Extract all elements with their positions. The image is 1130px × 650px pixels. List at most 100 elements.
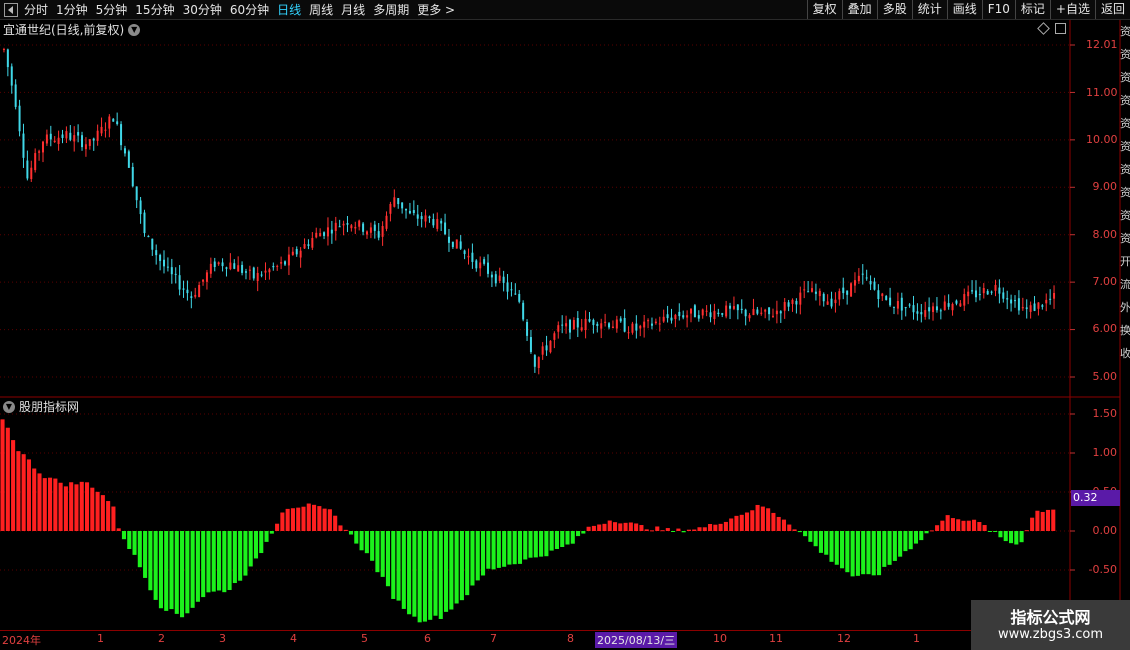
histogram-bar	[665, 528, 670, 531]
main-chart-title: 宜通世纪(日线,前复权)	[3, 23, 125, 37]
histogram-bar	[5, 427, 10, 531]
candle-body	[643, 321, 646, 328]
chevron-down-icon[interactable]: ▼	[3, 400, 15, 413]
candle-body	[572, 320, 575, 330]
watermark: 指标公式网 www.zbgs3.com	[971, 600, 1130, 650]
histogram-bar	[84, 482, 90, 531]
histogram-bar	[216, 531, 222, 591]
candle-body	[971, 290, 974, 292]
histogram-bar	[259, 531, 264, 554]
histogram-bar	[908, 531, 913, 550]
histogram-bar	[929, 530, 934, 532]
candle-body	[783, 302, 786, 311]
candle-body	[307, 244, 310, 246]
histogram-bar	[16, 451, 21, 531]
candle-body	[752, 308, 755, 316]
histogram-bar	[459, 531, 464, 601]
histogram-bar	[771, 512, 776, 531]
candle-body	[818, 290, 821, 297]
histogram-bar	[127, 531, 132, 550]
candle-body	[850, 283, 853, 297]
candle-body	[924, 310, 927, 317]
histogram-bar	[470, 531, 475, 586]
histogram-bar	[164, 531, 169, 611]
watermark-title: 指标公式网	[1010, 608, 1091, 627]
histogram-bar	[961, 520, 966, 531]
candle-body	[369, 227, 372, 233]
candle-body	[604, 321, 607, 323]
x-label: 7	[490, 632, 497, 645]
histogram-bar	[628, 522, 633, 531]
histogram-bar	[412, 531, 417, 617]
histogram-bar	[42, 478, 47, 531]
histogram-bar	[380, 531, 385, 577]
candle-body	[190, 296, 193, 298]
candle-body	[526, 321, 529, 336]
histogram-bar	[116, 528, 121, 531]
histogram-bar	[892, 531, 897, 561]
histogram-bar	[269, 531, 274, 534]
candle-body	[721, 313, 724, 315]
candle-body	[916, 311, 919, 314]
histogram-bar	[417, 531, 422, 623]
candle-body	[701, 309, 704, 316]
histogram-bar	[180, 531, 185, 618]
candle-body	[377, 231, 380, 238]
candle-body	[174, 273, 177, 275]
histogram-bar	[517, 531, 523, 564]
histogram-bar	[813, 531, 818, 547]
window-icon[interactable]	[1055, 23, 1066, 34]
histogram-bar	[370, 531, 375, 561]
chevron-down-icon[interactable]: ▼	[128, 23, 141, 36]
strip-char: 资	[1120, 71, 1130, 84]
candle-body	[69, 132, 72, 140]
candle-body	[557, 325, 560, 332]
histogram-bar	[37, 473, 42, 531]
histogram-bar	[734, 515, 739, 531]
candle-body	[252, 267, 255, 279]
candle-body	[2, 49, 5, 51]
histogram-bar	[681, 531, 686, 533]
indicator-title: 股朋指标网	[19, 400, 80, 414]
kline-chart[interactable]	[0, 0, 1130, 650]
histogram-bar	[407, 531, 412, 615]
candle-body	[198, 284, 201, 298]
candle-body	[483, 259, 486, 264]
candle-body	[896, 301, 899, 309]
candle-body	[561, 324, 564, 326]
x-label: 1	[97, 632, 104, 645]
candle-body	[1033, 303, 1036, 311]
candle-body	[151, 238, 154, 250]
candle-body	[123, 148, 126, 154]
histogram-bar	[359, 531, 364, 551]
candle-body	[436, 218, 439, 229]
candle-body	[405, 208, 408, 211]
candle-body	[295, 248, 298, 255]
candle-body	[771, 315, 774, 317]
strip-char: 资	[1120, 209, 1130, 222]
candle-body	[869, 280, 872, 285]
candle-body	[713, 310, 716, 320]
histogram-bar	[248, 531, 253, 567]
histogram-bar	[53, 478, 58, 531]
candle-body	[748, 315, 751, 319]
candle-body	[670, 317, 673, 321]
candle-body	[678, 311, 681, 317]
histogram-bar	[618, 523, 623, 531]
histogram-bar	[106, 501, 111, 531]
candle-body	[892, 306, 895, 308]
candle-body	[967, 291, 970, 297]
histogram-bar	[686, 529, 691, 531]
histogram-bar	[591, 525, 596, 531]
histogram-bar	[32, 468, 37, 531]
candle-body	[510, 289, 513, 291]
strip-char: 资	[1120, 48, 1130, 61]
candle-body	[1010, 299, 1013, 304]
histogram-bar	[882, 531, 887, 567]
histogram-bar	[950, 518, 955, 531]
histogram-bar	[607, 520, 612, 531]
candle-body	[272, 265, 275, 268]
candle-body	[346, 223, 349, 225]
candle-body	[756, 309, 759, 314]
strip-char: 资	[1120, 163, 1130, 176]
